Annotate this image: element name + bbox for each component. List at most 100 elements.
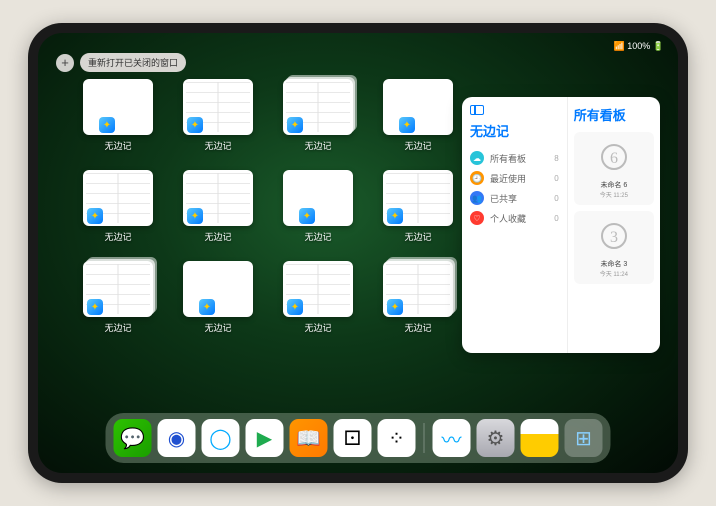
window-label: 无边记	[404, 139, 431, 152]
window-label: 无边记	[304, 230, 331, 243]
window-label: 无边记	[204, 230, 231, 243]
window-tile[interactable]: 无边记	[182, 170, 254, 243]
window-label: 无边记	[204, 139, 231, 152]
window-thumbnail[interactable]	[83, 170, 153, 226]
dock-app-qq-browser[interactable]: ◯	[202, 419, 240, 457]
board-sketch-icon: 3	[594, 217, 634, 255]
window-label: 无边记	[304, 321, 331, 334]
dock-app-settings[interactable]: ⚙	[477, 419, 515, 457]
window-tile[interactable]: 无边记	[382, 170, 454, 243]
sidebar-item-count: 0	[554, 214, 558, 223]
sidebar-item-count: 0	[554, 174, 558, 183]
board-card[interactable]: 3 未命名 3 今天 11:24	[574, 211, 654, 284]
freeform-app-badge-icon	[287, 299, 303, 315]
window-thumbnail[interactable]	[183, 170, 253, 226]
svg-text:6: 6	[610, 150, 618, 167]
sidebar-item[interactable]: ☁ 所有看板 8	[470, 148, 559, 168]
sidebar-item-label: 已共享	[490, 192, 517, 205]
panel-content: 所有看板 6 未命名 6 今天 11:25 3 未命名 3 今天 11:24	[568, 97, 660, 353]
dock-app-books[interactable]: 📖	[290, 419, 328, 457]
freeform-app-badge-icon	[387, 208, 403, 224]
dock-app-app-library[interactable]: ⊞	[565, 419, 603, 457]
window-tile[interactable]: 无边记	[82, 170, 154, 243]
board-time: 今天 11:24	[580, 269, 648, 278]
sidebar-item-count: 8	[554, 154, 558, 163]
freeform-app-badge-icon	[399, 117, 415, 133]
window-label: 无边记	[104, 230, 131, 243]
window-thumbnail[interactable]	[383, 79, 453, 135]
window-tile[interactable]: 无边记	[82, 261, 154, 334]
window-tile[interactable]: 无边记	[182, 79, 254, 152]
board-card[interactable]: 6 未命名 6 今天 11:25	[574, 132, 654, 205]
dock-app-connect[interactable]: ⁘	[378, 419, 416, 457]
dock: 💬◉◯▶📖⚀⁘ 〰⚙ ⊞	[106, 413, 611, 463]
window-tile[interactable]: 无边记	[182, 261, 254, 334]
window-thumbnail[interactable]	[383, 170, 453, 226]
freeform-app-badge-icon	[299, 208, 315, 224]
board-time: 今天 11:25	[580, 190, 648, 199]
freeform-app-panel[interactable]: ⋯ 无边记 ☁所有看板8🕘最近使用0👥已共享0♡个人收藏0 所有看板 6 未命名…	[462, 97, 660, 353]
sidebar-item-label: 个人收藏	[490, 212, 526, 225]
sidebar-item-count: 0	[554, 194, 558, 203]
window-thumbnail[interactable]	[283, 79, 353, 135]
window-tile[interactable]: 无边记	[282, 261, 354, 334]
board-name: 未命名 3	[580, 259, 648, 269]
freeform-app-badge-icon	[87, 208, 103, 224]
screen: 📶 100% 🔋 + 重新打开已关闭的窗口 无边记无边记无边记无边记无边记无边记…	[38, 33, 678, 473]
board-name: 未命名 6	[580, 180, 648, 190]
dock-app-freeform[interactable]: 〰	[433, 419, 471, 457]
dock-app-play[interactable]: ▶	[246, 419, 284, 457]
sidebar-toggle-icon[interactable]	[470, 105, 484, 115]
board-sketch-icon: 6	[594, 138, 634, 176]
sidebar-item[interactable]: 👥 已共享 0	[470, 188, 559, 208]
window-thumbnail[interactable]	[183, 261, 253, 317]
panel-sidebar: 无边记 ☁ 所有看板 8 🕘 最近使用 0 👥 已共享 0 ♡ 个人收藏 0	[462, 97, 568, 353]
freeform-app-badge-icon	[387, 299, 403, 315]
window-thumbnail[interactable]	[383, 261, 453, 317]
reopen-closed-window-button[interactable]: 重新打开已关闭的窗口	[80, 53, 186, 72]
panel-right-title: 所有看板	[574, 105, 654, 124]
window-label: 无边记	[204, 321, 231, 334]
dock-app-app-blue-circle[interactable]: ◉	[158, 419, 196, 457]
sidebar-item[interactable]: 🕘 最近使用 0	[470, 168, 559, 188]
window-label: 无边记	[104, 139, 131, 152]
sidebar-item-label: 最近使用	[490, 172, 526, 185]
sidebar-item-icon: ☁	[470, 151, 484, 165]
window-tile[interactable]: 无边记	[282, 170, 354, 243]
svg-text:3: 3	[610, 229, 618, 246]
window-thumbnail[interactable]	[283, 170, 353, 226]
window-label: 无边记	[104, 321, 131, 334]
status-indicators: 📶 100% 🔋	[614, 41, 664, 52]
freeform-app-badge-icon	[287, 117, 303, 133]
freeform-app-badge-icon	[187, 117, 203, 133]
sidebar-item-label: 所有看板	[490, 152, 526, 165]
window-thumbnail[interactable]	[183, 79, 253, 135]
window-tile[interactable]: 无边记	[282, 79, 354, 152]
window-switcher-grid: 无边记无边记无边记无边记无边记无边记无边记无边记无边记无边记无边记无边记	[82, 79, 454, 334]
window-tile[interactable]: 无边记	[382, 79, 454, 152]
ipad-device: 📶 100% 🔋 + 重新打开已关闭的窗口 无边记无边记无边记无边记无边记无边记…	[28, 23, 688, 483]
window-tile[interactable]: 无边记	[82, 79, 154, 152]
freeform-app-badge-icon	[187, 208, 203, 224]
window-label: 无边记	[304, 139, 331, 152]
dock-app-game-die[interactable]: ⚀	[334, 419, 372, 457]
dock-app-notes[interactable]	[521, 419, 559, 457]
window-label: 无边记	[404, 321, 431, 334]
window-label: 无边记	[404, 230, 431, 243]
restore-window-bar: + 重新打开已关闭的窗口	[56, 53, 186, 72]
dock-app-wechat[interactable]: 💬	[114, 419, 152, 457]
window-thumbnail[interactable]	[83, 79, 153, 135]
dock-separator	[424, 423, 425, 453]
sidebar-item-icon: 🕘	[470, 171, 484, 185]
freeform-app-badge-icon	[199, 299, 215, 315]
freeform-app-badge-icon	[99, 117, 115, 133]
sidebar-item[interactable]: ♡ 个人收藏 0	[470, 208, 559, 228]
window-tile[interactable]: 无边记	[382, 261, 454, 334]
status-bar: 📶 100% 🔋	[52, 39, 664, 53]
new-window-button[interactable]: +	[56, 54, 74, 72]
sidebar-item-icon: 👥	[470, 191, 484, 205]
window-thumbnail[interactable]	[283, 261, 353, 317]
sidebar-item-icon: ♡	[470, 211, 484, 225]
app-title: 无边记	[470, 121, 559, 140]
window-thumbnail[interactable]	[83, 261, 153, 317]
